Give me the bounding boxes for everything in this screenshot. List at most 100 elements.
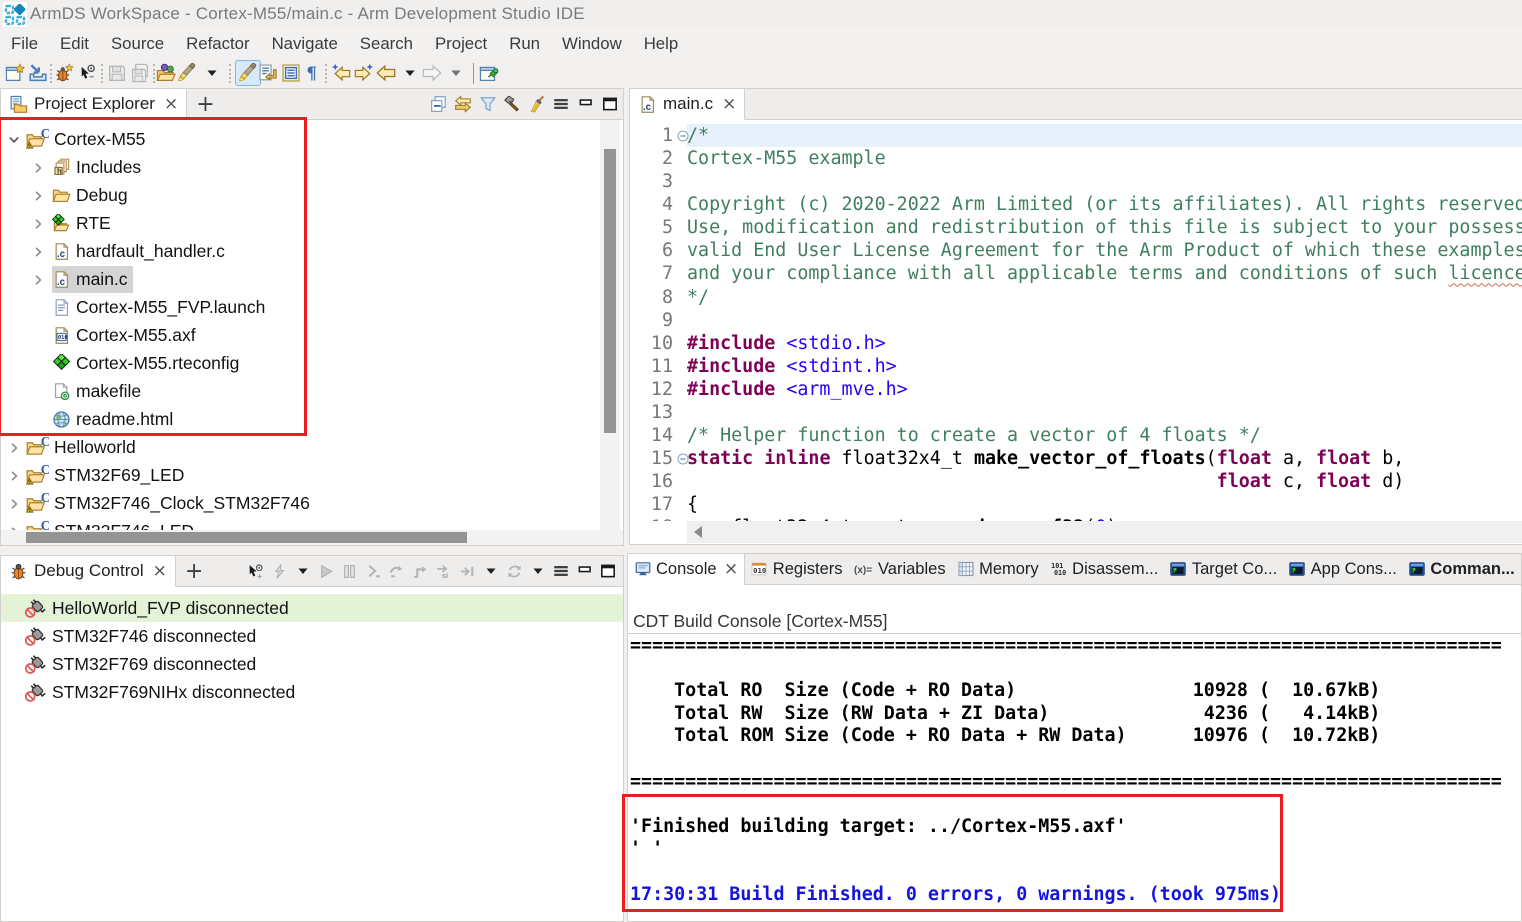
explorer-hscroll-track[interactable]	[1, 530, 623, 545]
close-icon[interactable]: ×	[724, 559, 738, 579]
filter-icon[interactable]	[479, 95, 497, 113]
debug-target-stm32f746-disconnected[interactable]: STM32F746 disconnected	[1, 622, 623, 650]
tree-item-hardfault-handler-c[interactable]: .chardfault_handler.c	[1, 238, 597, 266]
connect-target-icon[interactable]	[247, 562, 265, 580]
menu-run[interactable]: Run	[509, 34, 540, 54]
tab-targetco[interactable]: Target Co...	[1164, 554, 1283, 584]
editor-hscroll[interactable]	[630, 521, 1522, 543]
minimize-icon[interactable]	[577, 95, 595, 113]
close-icon[interactable]: ×	[164, 94, 178, 114]
chevron-right-icon[interactable]	[31, 245, 45, 259]
menu-navigate[interactable]: Navigate	[272, 34, 338, 54]
open-element-button[interactable]	[155, 62, 177, 84]
build-icon[interactable]	[503, 95, 521, 113]
back-button[interactable]	[375, 62, 397, 84]
forward-disabled-button[interactable]	[421, 62, 443, 84]
debug-target-stm32f769-disconnected[interactable]: STM32F769 disconnected	[1, 650, 623, 678]
show-whitespace-button[interactable]: ¶	[302, 62, 324, 84]
flash-icon[interactable]	[270, 562, 288, 580]
tree-item-cortex-m55-rteconfig[interactable]: Cortex-M55.rteconfig	[1, 350, 597, 378]
menu-help[interactable]: Help	[644, 34, 679, 54]
save-button[interactable]	[106, 62, 128, 84]
menu-search[interactable]: Search	[360, 34, 413, 54]
menu-file[interactable]: File	[11, 34, 38, 54]
tree-item-debug[interactable]: Debug	[1, 182, 597, 210]
tree-item-includes[interactable]: hIncludes	[1, 154, 597, 182]
menu-edit[interactable]: Edit	[60, 34, 89, 54]
tree-item-main-c[interactable]: .cmain.c	[1, 266, 597, 294]
run-to-line-icon[interactable]	[458, 562, 476, 580]
tab-debug-control[interactable]: Debug Control ×	[1, 556, 176, 587]
import-button[interactable]	[27, 62, 49, 84]
step-over-icon[interactable]	[388, 562, 406, 580]
resume-icon[interactable]	[317, 562, 335, 580]
dropdown-gray-button[interactable]	[445, 62, 467, 84]
tree-item-helloworld[interactable]: CHelloworld	[1, 434, 597, 462]
chevron-right-icon[interactable]	[7, 441, 21, 455]
tab-console[interactable]: Console×	[628, 554, 745, 585]
menu-refactor[interactable]: Refactor	[186, 34, 249, 54]
pin-editor-button[interactable]	[478, 62, 500, 84]
step-return-icon[interactable]	[411, 562, 429, 580]
tab-variables[interactable]: (x)=Variables	[848, 554, 951, 584]
step-into-icon[interactable]	[364, 562, 382, 580]
tree-item-stm32f746-clock-stm32f746[interactable]: CSTM32F746_Clock_STM32F746	[1, 490, 597, 518]
menu-project[interactable]: Project	[435, 34, 487, 54]
dropdown-icon[interactable]	[294, 562, 312, 580]
link-with-editor-page-button[interactable]	[257, 62, 279, 84]
next-edit-button[interactable]	[353, 62, 375, 84]
tree-item-makefile[interactable]: makefile	[1, 378, 597, 406]
tab-disassem[interactable]: 101010Disassem...	[1044, 554, 1164, 584]
debug-target-stm32f769nihx-disconnected[interactable]: STM32F769NIHx disconnected	[1, 678, 623, 706]
chevron-right-icon[interactable]	[7, 469, 21, 483]
link-editor-icon[interactable]	[454, 95, 472, 113]
tree-item-stm32f746-led[interactable]: CSTM32F746_LED	[1, 518, 597, 530]
debug-target-helloworld-fvp-disconnected[interactable]: HelloWorld_FVP disconnected	[1, 594, 623, 622]
tree-item-rte[interactable]: RTE	[1, 210, 597, 238]
chevron-right-icon[interactable]	[31, 273, 45, 287]
new-wizard-button[interactable]	[4, 62, 26, 84]
tab-memory[interactable]: Memory	[951, 554, 1044, 584]
explorer-hscroll-thumb[interactable]	[26, 532, 467, 543]
dropdown-icon[interactable]	[529, 562, 547, 580]
suspend-icon[interactable]	[341, 562, 359, 580]
tree-item-readme-html[interactable]: readme.html	[1, 406, 597, 434]
tab-project-explorer[interactable]: Project Explorer ×	[1, 89, 187, 120]
editor-hscroll-track[interactable]	[687, 521, 1522, 543]
explorer-vscroll-thumb[interactable]	[604, 149, 616, 433]
tree-item-stm32f69-led[interactable]: CSTM32F69_LED	[1, 462, 597, 490]
chevron-right-icon[interactable]	[31, 189, 45, 203]
tab-appcons[interactable]: App Cons...	[1283, 554, 1403, 584]
maximize-icon[interactable]	[601, 95, 619, 113]
collapse-all-icon[interactable]	[430, 95, 448, 113]
chevron-right-icon[interactable]	[31, 161, 45, 175]
tree-item-cortex-m55[interactable]: CCortex-M55	[1, 126, 597, 154]
console-output[interactable]: ========================================…	[630, 634, 1521, 921]
new-view-button[interactable]: +	[176, 556, 212, 586]
menu-source[interactable]: Source	[111, 34, 164, 54]
previous-edit-button[interactable]	[330, 62, 352, 84]
show-selected-element-button[interactable]	[280, 62, 302, 84]
chevron-down-icon[interactable]	[7, 133, 21, 147]
new-debug-connection-button[interactable]	[53, 62, 75, 84]
skip-breakpoints-button[interactable]	[76, 62, 98, 84]
chevron-right-icon[interactable]	[7, 497, 21, 511]
tab-registers[interactable]: 010Registers	[745, 554, 848, 584]
view-menu-icon[interactable]	[552, 562, 570, 580]
tab-comman[interactable]: Comman...	[1402, 554, 1520, 584]
code-editor[interactable]: 1/*2Cortex-M55 example34Copyright (c) 20…	[630, 121, 1522, 522]
close-icon[interactable]: ×	[153, 561, 167, 581]
maximize-icon[interactable]	[599, 562, 617, 580]
view-menu-icon[interactable]	[552, 95, 570, 113]
reset-icon[interactable]	[505, 562, 523, 580]
new-view-button[interactable]: +	[187, 89, 223, 119]
tree-item-cortex-m55-fvp-launch[interactable]: Cortex-M55_FVP.launch	[1, 294, 597, 322]
tree-item-cortex-m55-axf[interactable]: 010Cortex-M55.axf	[1, 322, 597, 350]
save-all-button[interactable]	[129, 62, 151, 84]
dropdown-button[interactable]	[201, 62, 223, 84]
scroll-left-arrow-icon[interactable]	[694, 526, 702, 538]
clean-icon[interactable]	[528, 95, 546, 113]
minimize-icon[interactable]	[576, 562, 594, 580]
dropdown-button[interactable]	[399, 62, 421, 84]
close-icon[interactable]: ×	[722, 94, 736, 114]
